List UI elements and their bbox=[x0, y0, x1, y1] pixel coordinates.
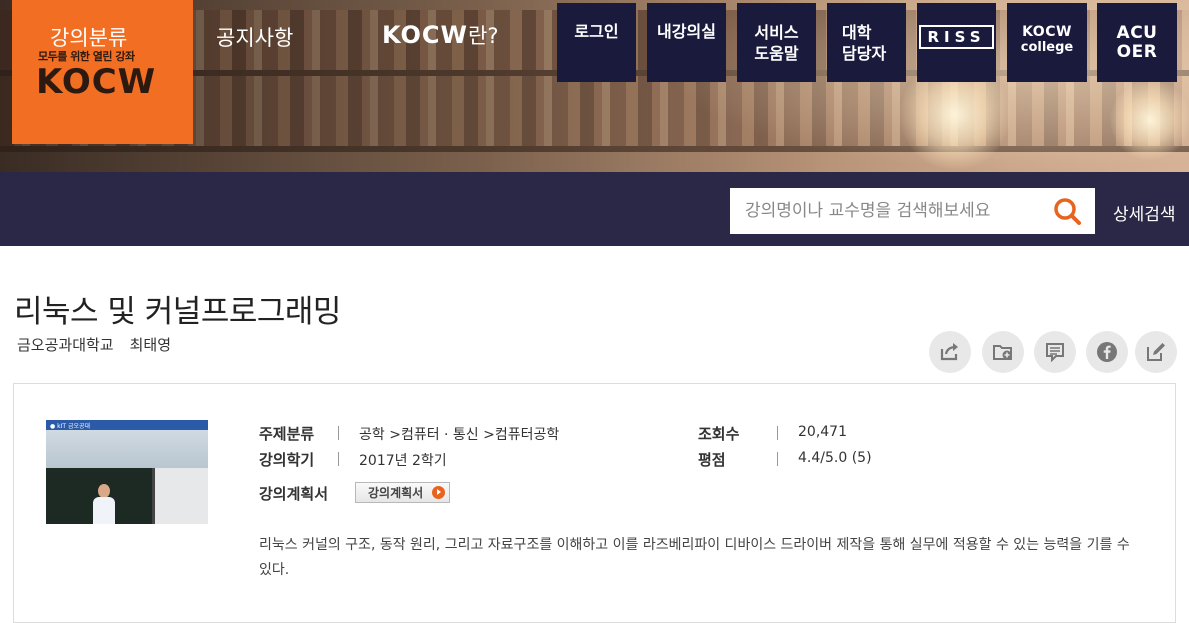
search-icon[interactable] bbox=[1052, 197, 1084, 227]
professor-name: 최태영 bbox=[129, 336, 172, 354]
divider bbox=[338, 452, 339, 466]
university-manager-label: 대학 담당자 bbox=[842, 22, 886, 64]
subject-value: 공학 >컴퓨터 · 통신 >컴퓨터공학 bbox=[359, 427, 560, 443]
course-meta: 금오공과대학교 최태영 bbox=[17, 334, 171, 355]
divider bbox=[777, 452, 778, 466]
university-manager-line-2: 담당자 bbox=[842, 43, 887, 63]
views-label: 조회수 bbox=[698, 425, 740, 443]
my-courses-button[interactable]: 내강의실 bbox=[647, 3, 726, 82]
semester-value: 2017년 2학기 bbox=[359, 453, 447, 469]
share-icon bbox=[940, 343, 958, 361]
my-courses-label: 내강의실 bbox=[657, 22, 716, 41]
nav-about-brand: KOCW bbox=[382, 21, 469, 49]
university-manager-button[interactable]: 대학 담당자 bbox=[827, 3, 906, 82]
lamp-light bbox=[1110, 80, 1189, 160]
course-description: 리눅스 커널의 구조, 동작 원리, 그리고 자료구조를 이해하고 이를 라즈베… bbox=[259, 537, 1130, 578]
search-bar bbox=[730, 188, 1095, 234]
edit-icon bbox=[1147, 343, 1165, 361]
rating-value: 4.4/5.0 (5) bbox=[798, 450, 872, 466]
folder-add-icon bbox=[993, 345, 1012, 360]
facebook-share-button[interactable] bbox=[1086, 331, 1128, 373]
thumbnail-banner: ● kIT 금오공대 bbox=[46, 420, 208, 430]
nav-notice[interactable]: 공지사항 bbox=[216, 22, 293, 52]
service-help-line-2: 도움말 bbox=[754, 43, 799, 63]
divider bbox=[338, 426, 339, 440]
nav-about-kocw[interactable]: KOCW란? bbox=[382, 20, 498, 50]
university-manager-line-1: 대학 bbox=[842, 22, 872, 42]
course-title: 리눅스 및 커널프로그래밍 bbox=[14, 294, 341, 330]
service-help-button[interactable]: 서비스 도움말 bbox=[737, 3, 816, 82]
thumbnail-logo: ● kIT 금오공대 bbox=[50, 423, 91, 430]
views-value: 20,471 bbox=[798, 424, 847, 440]
folder-add-button[interactable] bbox=[982, 331, 1024, 373]
service-help-label: 서비스 도움말 bbox=[754, 22, 798, 64]
syllabus-button-label: 강의계획서 bbox=[368, 486, 424, 500]
comment-icon bbox=[1046, 343, 1064, 363]
thumbnail-screen bbox=[152, 468, 208, 524]
comment-button[interactable] bbox=[1034, 331, 1076, 373]
acu-oer-line-1: ACU bbox=[1116, 22, 1158, 43]
acu-oer-link[interactable]: ACU OER bbox=[1097, 3, 1177, 82]
course-thumbnail[interactable]: ● kIT 금오공대 bbox=[46, 420, 208, 524]
thumbnail-lecturer bbox=[98, 484, 110, 498]
nav-about-suffix: 란? bbox=[468, 24, 499, 48]
share-button[interactable] bbox=[929, 331, 971, 373]
semester-label: 강의학기 bbox=[259, 451, 315, 469]
nav-course-category[interactable]: 강의분류 bbox=[50, 22, 127, 52]
acu-oer-label: ACU OER bbox=[1116, 22, 1158, 62]
service-help-line-1: 서비스 bbox=[754, 22, 799, 42]
divider bbox=[777, 426, 778, 440]
thumbnail-lecturer-body bbox=[93, 497, 115, 524]
edit-button[interactable] bbox=[1135, 331, 1177, 373]
syllabus-label: 강의계획서 bbox=[259, 485, 329, 503]
subject-label: 주제분류 bbox=[259, 425, 315, 443]
riss-link[interactable]: RISS bbox=[917, 3, 996, 82]
university-name: 금오공과대학교 bbox=[17, 336, 114, 354]
logo-wordmark: KOCW bbox=[36, 62, 157, 102]
kocw-college-logo: KOCW bbox=[1022, 24, 1072, 40]
login-label: 로그인 bbox=[574, 22, 619, 41]
syllabus-button[interactable]: 강의계획서 bbox=[355, 482, 450, 503]
rating-label: 평점 bbox=[698, 451, 726, 469]
kocw-college-sub: college bbox=[1020, 40, 1074, 55]
facebook-icon bbox=[1097, 342, 1117, 362]
riss-logo: RISS bbox=[919, 25, 994, 49]
search-input[interactable] bbox=[730, 191, 1040, 231]
login-button[interactable]: 로그인 bbox=[557, 3, 636, 82]
acu-oer-line-2: OER bbox=[1116, 41, 1158, 62]
detail-search-link[interactable]: 상세검색 bbox=[1113, 200, 1176, 225]
arrow-right-icon bbox=[432, 486, 445, 499]
kocw-college-link[interactable]: KOCW college bbox=[1007, 3, 1087, 82]
